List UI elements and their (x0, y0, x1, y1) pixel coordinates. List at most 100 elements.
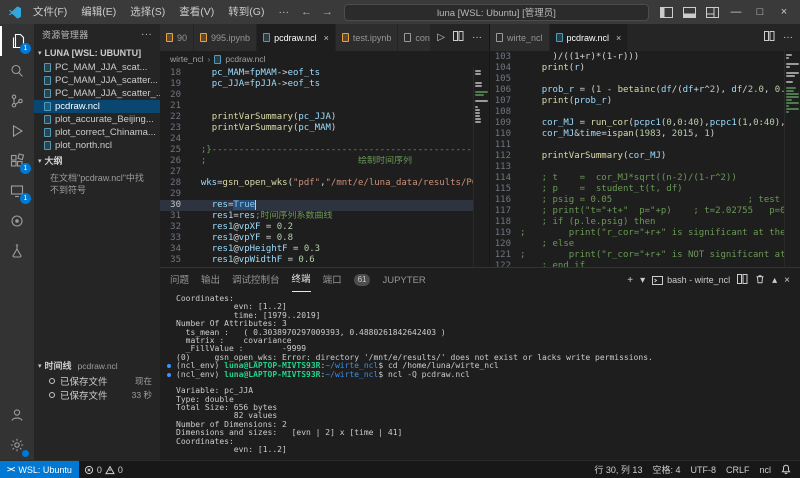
run-debug-activity-button[interactable] (0, 116, 34, 146)
terminal-output[interactable]: Coordinates: evn: [1..2] time: [1979..20… (160, 292, 800, 460)
code-line[interactable]: 20 (160, 90, 473, 101)
file-list-item[interactable]: PC_MAM_JJA_scatter_... (34, 87, 160, 100)
code-line[interactable]: 107 print(prob_r) (490, 96, 784, 107)
code-line[interactable]: 118 ; if (p.le.psig) then (490, 217, 784, 228)
code-line[interactable]: 113 (490, 162, 784, 173)
maximize-panel-icon[interactable]: ▴ (772, 275, 777, 286)
code-line[interactable]: 106 prob_r = (1 - betainc(df/(df+r^2), d… (490, 85, 784, 96)
code-line[interactable]: 122 ; end if (490, 261, 784, 267)
file-list-item[interactable]: PC_MAM_JJA_scat... (34, 61, 160, 74)
code-line[interactable]: 108 (490, 107, 784, 118)
code-line[interactable]: 28 wks=gsn_open_wks("pdf","/mnt/e/luna_d… (160, 178, 473, 189)
code-line[interactable]: 116 ; psig = 0.05 ; test significance le (490, 195, 784, 206)
forward-icon[interactable]: → (317, 6, 338, 18)
more-actions-icon[interactable]: ··· (141, 29, 152, 40)
file-list-item[interactable]: plot_correct_Chinama... (34, 126, 160, 139)
code-line[interactable]: 110 cor_MJ&time=ispan(1983, 2015, 1) (490, 129, 784, 140)
menu-item[interactable]: 查看(V) (172, 0, 221, 24)
menu-item[interactable]: 转到(G) (221, 0, 271, 24)
code-line[interactable]: 115 ; p = student_t(t, df) (490, 184, 784, 195)
eol[interactable]: CRLF (721, 465, 755, 475)
file-list-item[interactable]: PC_MAM_JJA_scatter... (34, 74, 160, 87)
timeline-section-header[interactable]: ▾ 时间线 pcdraw.ncl (34, 357, 160, 374)
code-line[interactable]: 21 (160, 101, 473, 112)
panel-tab-问题[interactable]: 问题 (170, 269, 189, 292)
kill-terminal-icon[interactable] (755, 274, 765, 287)
panel-tab-终端[interactable]: 终端 (292, 268, 311, 292)
timeline-item[interactable]: 已保存文件现在 (34, 374, 160, 388)
code-line[interactable]: 25 ;}-----------------------------------… (160, 145, 473, 156)
menu-item[interactable]: 选择(S) (123, 0, 172, 24)
panel-badge-61[interactable]: 61 (354, 274, 371, 286)
code-line[interactable]: 29 (160, 189, 473, 200)
code-line[interactable]: 120 ; else (490, 239, 784, 250)
panel-tab-输出[interactable]: 输出 (201, 269, 220, 292)
outline-section-header[interactable]: ▾ 大纲 (34, 152, 160, 169)
code-line[interactable]: 119; print("r_cor="+r+" is significant a… (490, 228, 784, 239)
remote-indicator[interactable]: >< WSL: Ubuntu (0, 461, 79, 478)
code-line[interactable]: 22 printVarSummary(pc_JJA) (160, 112, 473, 123)
search-activity-button[interactable] (0, 56, 34, 86)
file-list-item[interactable]: plot_north.ncl (34, 139, 160, 152)
command-center-search[interactable]: luna [WSL: Ubuntu] [管理员] (344, 4, 649, 21)
code-line[interactable]: 112 printVarSummary(cor_MJ) (490, 151, 784, 162)
close-window-button[interactable]: × (772, 0, 796, 24)
timeline-item[interactable]: 已保存文件33 秒 (34, 388, 160, 402)
tab-995.ipynb[interactable]: 995.ipynb (194, 24, 257, 51)
file-list-item[interactable]: pcdraw.ncl (34, 100, 160, 113)
terminal-dropdown-icon[interactable]: ▾ (640, 275, 645, 286)
terminal-list-item[interactable]: bash - wirte_ncl (652, 275, 730, 285)
file-list-item[interactable]: plot_accurate_Beijing... (34, 113, 160, 126)
folder-section-header[interactable]: ▾ LUNA [WSL: UBUNTU] (34, 44, 160, 61)
tab-pcdraw.ncl[interactable]: pcdraw.ncl× (550, 24, 629, 51)
code-line[interactable]: 105 (490, 74, 784, 85)
back-icon[interactable]: ← (296, 6, 317, 18)
toggle-panel-icon[interactable] (678, 7, 701, 18)
code-line[interactable]: 31 res1=res;时间序列系数曲线 (160, 211, 473, 222)
tab-wirte_ncl[interactable]: wirte_ncl (490, 24, 550, 51)
code-line[interactable]: 109 cor_MJ = run_cor(pcpc1(0,0:40),pcpc1… (490, 118, 784, 129)
language-mode[interactable]: ncl (754, 465, 776, 475)
test-activity-button[interactable] (0, 236, 34, 266)
code-line[interactable]: 34 res1@vpHeightF = 0.3 (160, 244, 473, 255)
split-terminal-icon[interactable] (737, 274, 748, 287)
panel-tab-JUPYTER[interactable]: JUPYTER (382, 269, 425, 292)
breadcrumb-file[interactable]: pcdraw.ncl (225, 54, 265, 64)
notifications-bell-icon[interactable] (776, 464, 796, 475)
code-line[interactable]: 23 printVarSummary(pc_MAM) (160, 123, 473, 134)
code-line[interactable]: 26 ; 绘制时间序列 (160, 156, 473, 167)
more-actions-icon[interactable]: ··· (783, 32, 793, 43)
split-editor-icon[interactable] (453, 31, 464, 44)
maximize-button[interactable]: □ (748, 0, 772, 24)
code-line[interactable]: 24 (160, 134, 473, 145)
extensions-activity-button[interactable]: 1 (0, 146, 34, 176)
breadcrumb[interactable]: wirte_ncl › pcdraw.ncl (160, 51, 489, 67)
code-line[interactable]: 30 res=True (160, 200, 473, 211)
panel-tab-调试控制台[interactable]: 调试控制台 (232, 269, 280, 292)
code-line[interactable]: 33 res1@vpYF = 0.8 (160, 233, 473, 244)
code-line[interactable]: 103 )/((1+r)*(1-r))) (490, 52, 784, 63)
problems-status[interactable]: 0 0 (79, 465, 128, 475)
run-file-icon[interactable]: ▷ (437, 32, 445, 43)
close-tab-icon[interactable]: × (616, 33, 621, 43)
tab-test.ipynb[interactable]: test.ipynb (336, 24, 399, 51)
close-panel-icon[interactable]: × (784, 275, 790, 286)
more-actions-icon[interactable]: ··· (472, 32, 482, 43)
settings-gear-button[interactable] (0, 430, 34, 460)
close-tab-icon[interactable]: × (324, 33, 329, 43)
menu-item[interactable]: 编辑(E) (74, 0, 123, 24)
indentation[interactable]: 空格: 4 (647, 463, 685, 476)
tab-90[interactable]: 90 (160, 24, 194, 51)
toggle-sidebar-icon[interactable] (655, 7, 678, 18)
source-control-activity-button[interactable] (0, 86, 34, 116)
code-line[interactable]: 32 res1@vpXF = 0.2 (160, 222, 473, 233)
remote-explorer-activity-button[interactable]: 1 (0, 176, 34, 206)
menu-item[interactable]: 文件(F) (26, 0, 74, 24)
menu-item[interactable]: ··· (271, 0, 296, 24)
breadcrumb-folder[interactable]: wirte_ncl (170, 54, 204, 64)
panel-tab-端口[interactable]: 端口 (323, 269, 342, 292)
tab-config[interactable]: config (398, 24, 430, 51)
new-terminal-icon[interactable]: + (627, 275, 633, 286)
explorer-activity-button[interactable]: 1 (0, 26, 34, 56)
jupyter-activity-button[interactable] (0, 206, 34, 236)
